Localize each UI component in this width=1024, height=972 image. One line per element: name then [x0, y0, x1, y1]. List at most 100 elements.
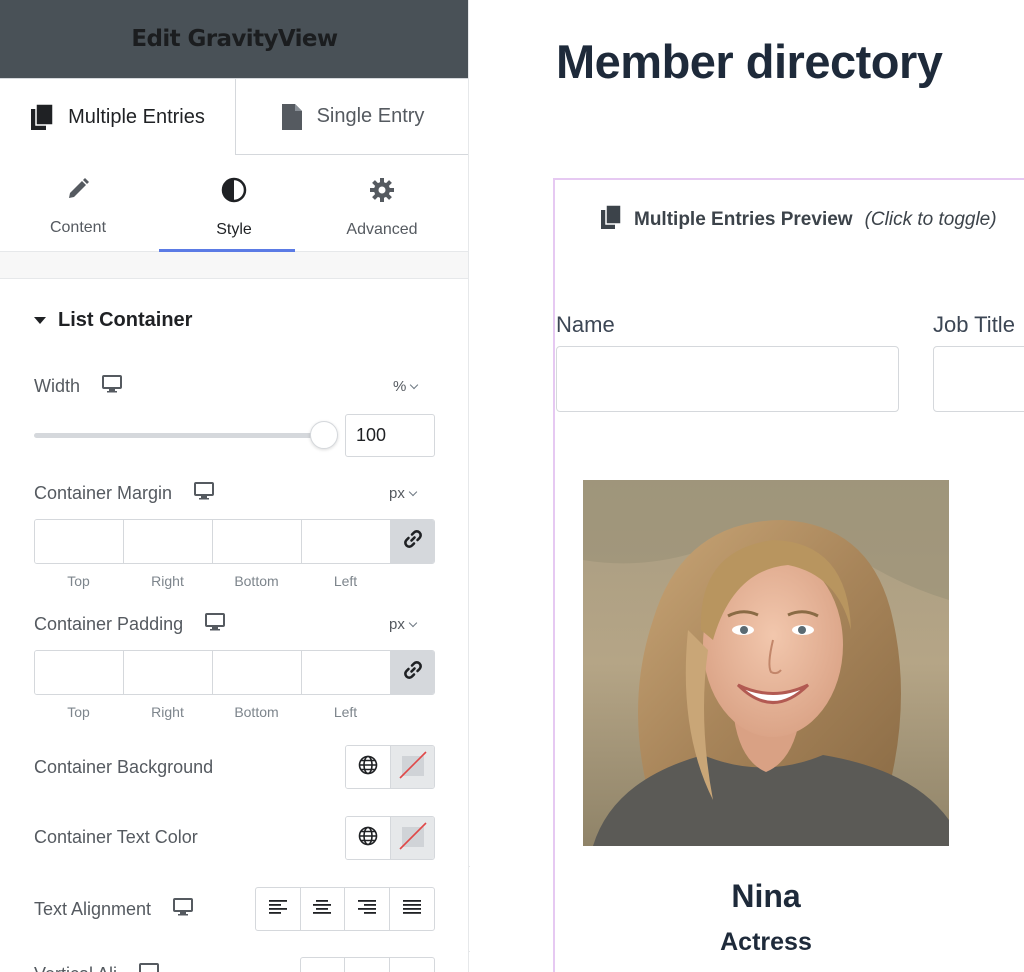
style-controls: List Container Width % Container Margin … [0, 278, 468, 972]
margin-bottom-label: Bottom [234, 573, 279, 589]
member-name: Nina [731, 878, 801, 914]
monitor-icon[interactable] [205, 613, 226, 636]
container-text-color-picker [345, 816, 435, 860]
container-margin-label-text: Container Margin [34, 483, 173, 503]
monitor-icon[interactable] [173, 898, 194, 921]
contrast-icon [221, 177, 247, 208]
text-alignment-buttons [255, 887, 435, 931]
align-justify-button[interactable] [390, 888, 434, 930]
padding-right-label: Right [151, 704, 184, 720]
chevron-down-icon [408, 487, 418, 496]
margin-right-input[interactable] [124, 520, 213, 563]
margin-link-button[interactable] [391, 520, 434, 563]
width-input[interactable] [345, 414, 435, 457]
vertical-alignment-buttons [300, 957, 435, 972]
container-text-color-label-text: Container Text Color [34, 827, 198, 847]
margin-left-label: Left [333, 573, 358, 589]
padding-right-input[interactable] [124, 651, 213, 694]
margin-bottom-input[interactable] [213, 520, 302, 563]
padding-left-input[interactable] [302, 651, 391, 694]
tab-content[interactable]: Content [0, 155, 156, 252]
tab-advanced[interactable]: Advanced [304, 155, 460, 252]
padding-bottom-label: Bottom [234, 704, 279, 720]
valign-bottom-button[interactable] [390, 958, 434, 972]
monitor-icon[interactable] [102, 375, 123, 398]
list-container-toggle[interactable]: List Container [34, 309, 192, 332]
global-colors-button[interactable] [346, 817, 391, 859]
globe-icon [358, 826, 378, 851]
text-color-swatch[interactable] [391, 817, 434, 859]
container-text-color-label: Container Text Color [34, 827, 198, 848]
container-padding-label-text: Container Padding [34, 614, 184, 634]
group-title: List Container [58, 309, 193, 331]
margin-left-input[interactable] [302, 520, 391, 563]
margin-inputs [34, 519, 435, 564]
link-icon [403, 529, 423, 554]
padding-bottom-input[interactable] [213, 651, 302, 694]
width-slider-handle[interactable] [310, 421, 338, 449]
name-field-label: Name [556, 312, 615, 337]
vertical-alignment-label: Vertical Ali [34, 963, 160, 972]
entries-preview-toggle[interactable]: Multiple Entries Preview (Click to toggl… [600, 204, 997, 236]
width-unit: % [393, 378, 407, 395]
tab-content-label: Content [49, 219, 107, 236]
link-icon [403, 660, 423, 685]
panel-header: Edit GravityView [0, 0, 468, 78]
multiple-entries-icon [600, 204, 622, 236]
container-padding-label: Container Padding [34, 613, 226, 636]
section-tabs: Content Style Advanced [0, 155, 468, 252]
single-entry-icon [281, 103, 303, 131]
monitor-icon[interactable] [194, 482, 215, 505]
align-center-icon [313, 899, 332, 919]
width-unit-select[interactable]: % [393, 378, 419, 395]
tab-single-entry-label: Single Entry [316, 105, 425, 127]
container-background-label-text: Container Background [34, 757, 214, 777]
job-search-input[interactable] [933, 346, 1024, 412]
job-field-label: Job Title [933, 312, 1015, 337]
margin-side-labels: Top Right Bottom Left [34, 573, 390, 589]
tab-multiple-entries-label: Multiple Entries [68, 105, 205, 128]
container-margin-label: Container Margin [34, 482, 215, 505]
entries-preview-title: Multiple Entries Preview [634, 209, 853, 230]
align-center-button[interactable] [301, 888, 345, 930]
text-alignment-label-text: Text Alignment [34, 899, 152, 919]
container-background-label: Container Background [34, 757, 213, 778]
no-color-icon [398, 821, 428, 856]
caret-down-icon [34, 317, 46, 324]
align-justify-icon [402, 899, 421, 919]
editor-panel: Edit GravityView Multiple Entries Single… [0, 0, 469, 972]
padding-top-input[interactable] [35, 651, 124, 694]
portrait-image [583, 480, 949, 846]
monitor-icon[interactable] [139, 963, 160, 972]
align-left-button[interactable] [256, 888, 301, 930]
text-alignment-label: Text Alignment [34, 898, 194, 921]
globe-icon [358, 755, 378, 780]
page-title: Member directory [556, 35, 943, 88]
padding-unit-select[interactable]: px [389, 616, 418, 633]
entry-tabs: Multiple Entries Single Entry [0, 78, 468, 155]
vertical-alignment-label-text: Vertical Ali [34, 964, 117, 972]
padding-inputs [34, 650, 435, 695]
global-colors-button[interactable] [346, 746, 391, 788]
valign-middle-button[interactable] [345, 958, 390, 972]
tab-single-entry[interactable]: Single Entry [236, 78, 468, 155]
name-search-input[interactable] [556, 346, 899, 412]
chevron-down-icon [410, 380, 419, 389]
padding-link-button[interactable] [391, 651, 434, 694]
valign-top-button[interactable] [301, 958, 346, 972]
entries-preview-hint: (Click to toggle) [864, 209, 997, 230]
gear-icon [369, 177, 395, 208]
tab-multiple-entries[interactable]: Multiple Entries [0, 78, 236, 155]
align-right-icon [357, 899, 376, 919]
tab-style[interactable]: Style [156, 155, 312, 252]
padding-unit: px [389, 616, 405, 633]
align-right-button[interactable] [345, 888, 390, 930]
width-label: Width [34, 375, 123, 398]
margin-top-input[interactable] [35, 520, 124, 563]
margin-top-label: Top [67, 573, 90, 589]
align-left-icon [268, 899, 287, 919]
padding-side-labels: Top Right Bottom Left [34, 704, 390, 720]
margin-unit-select[interactable]: px [389, 485, 418, 502]
width-slider-track[interactable] [34, 433, 324, 438]
background-color-swatch[interactable] [391, 746, 434, 788]
